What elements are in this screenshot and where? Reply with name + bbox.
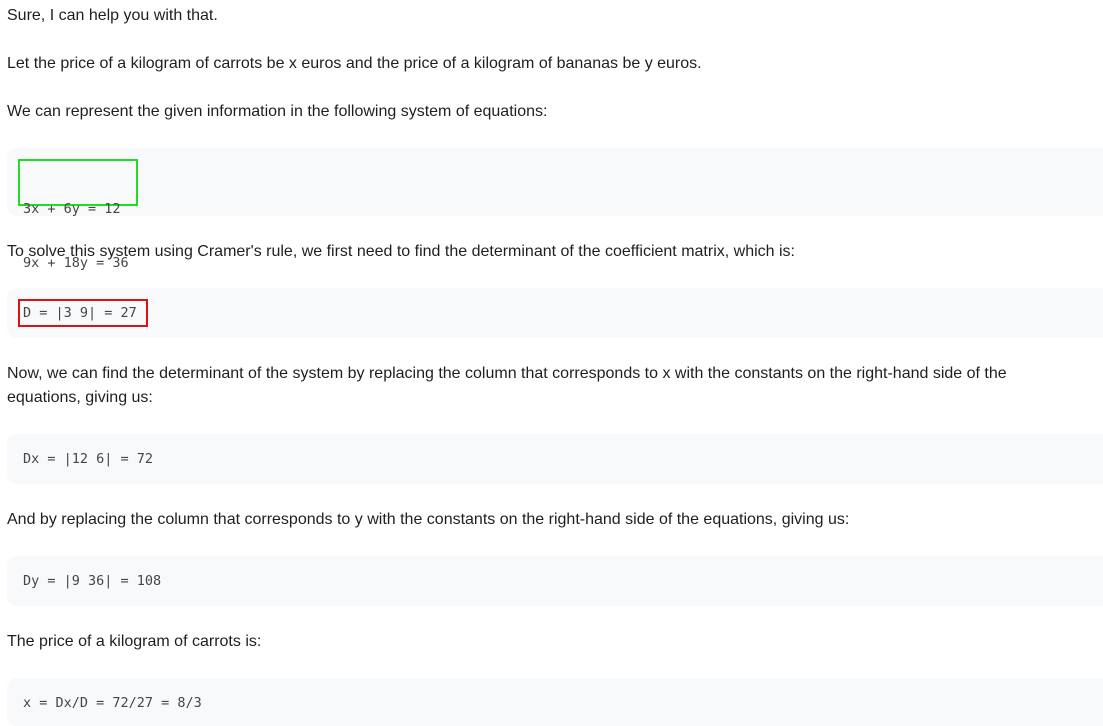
- system-code: 3x + 6y = 12 9x + 18y = 36: [23, 164, 129, 308]
- dy-code-block: Dy = |9 36| = 108: [7, 556, 1103, 606]
- dx-code: Dx = |12 6| = 72: [23, 451, 154, 467]
- intro-text: Sure, I can help you with that.: [7, 7, 218, 24]
- carrots-price-text: The price of a kilogram of carrots is:: [7, 633, 262, 650]
- system-code-block: 3x + 6y = 12 9x + 18y = 36: [7, 148, 1103, 271]
- determinant-code: D = |3 9| = 27: [23, 305, 137, 321]
- x-result-code-block: x = Dx/D = 72/27 = 8/3: [7, 678, 1103, 726]
- cramer-intro-text: To solve this system using Cramer's rule…: [7, 243, 795, 260]
- represent-text: We can represent the given information i…: [7, 103, 548, 120]
- dy-code: Dy = |9 36| = 108: [23, 573, 162, 589]
- equation-line-1: 3x + 6y = 12: [23, 201, 121, 217]
- replace-y-text: And by replacing the column that corresp…: [7, 511, 850, 528]
- determinant-code-block: D = |3 9| = 27: [7, 288, 1103, 338]
- x-result-code: x = Dx/D = 72/27 = 8/3: [23, 695, 202, 711]
- replace-x-text: Now, we can find the determinant of the …: [7, 365, 1007, 406]
- dx-code-block: Dx = |12 6| = 72: [7, 434, 1103, 484]
- let-statement: Let the price of a kilogram of carrots b…: [7, 55, 702, 72]
